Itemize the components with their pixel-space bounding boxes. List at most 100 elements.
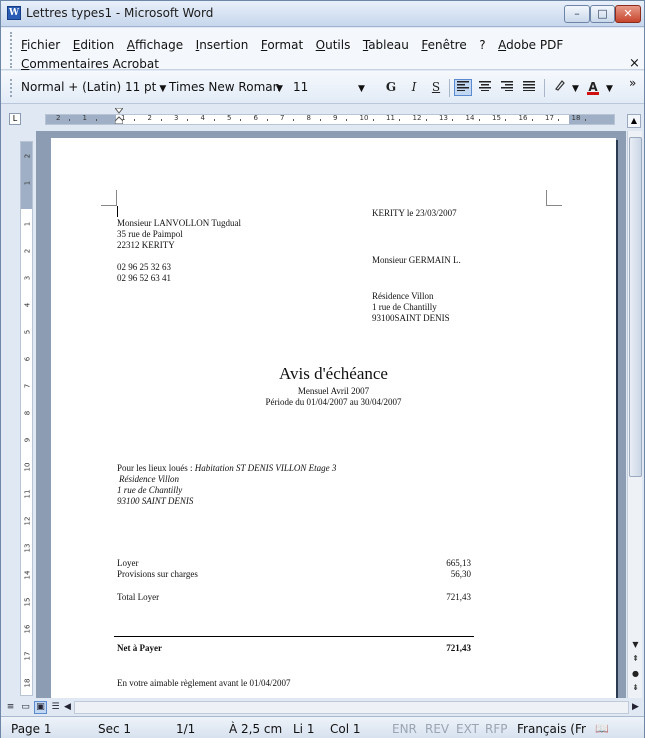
total-label: Total Loyer (117, 592, 160, 602)
ruler-tick (134, 119, 135, 121)
font-size-dropdown[interactable]: 11 (293, 80, 353, 94)
chevron-down-icon[interactable]: ▼ (355, 80, 365, 94)
align-right-button[interactable] (498, 79, 516, 96)
menubar-grip[interactable] (10, 32, 13, 68)
ruler-number: 16 (518, 114, 528, 122)
toolbar-overflow-button[interactable]: » (629, 76, 636, 90)
ruler-number: 7 (23, 383, 32, 389)
word-app-icon[interactable]: W (7, 6, 21, 20)
word-window: W Lettres types1 - Microsoft Word – □ ✕ … (0, 0, 645, 738)
scroll-up-arrow-icon[interactable]: ▲ (627, 114, 641, 128)
ruler-tick (319, 119, 321, 121)
menu-fichier[interactable]: Fichier (21, 38, 60, 52)
scroll-down-arrow-icon[interactable]: ▼ (629, 639, 642, 652)
document-canvas[interactable]: Monsieur LANVOLLON Tugdual 35 rue de Pai… (36, 131, 626, 698)
maximize-button[interactable]: □ (590, 5, 615, 23)
sender-phone: 02 96 25 32 63 (117, 262, 171, 272)
web-layout-icon[interactable]: ▭ (19, 701, 32, 714)
menu-adobe-pdf[interactable]: Adobe PDF (498, 38, 563, 52)
title-bar[interactable]: W Lettres types1 - Microsoft Word – □ ✕ (1, 1, 644, 27)
vertical-scrollbar[interactable]: ▼ ⇞ ● ⇟ (627, 131, 642, 698)
ruler-number: 9 (333, 114, 338, 122)
select-browse-object-icon[interactable]: ● (629, 668, 642, 681)
status-page-count: 1/1 (176, 722, 196, 736)
ruler-number: 4 (23, 302, 32, 308)
toolbar-separator (544, 79, 545, 97)
ruler-number: 7 (280, 114, 285, 122)
ruler-number: 2 (23, 153, 32, 159)
status-ext[interactable]: EXT (456, 722, 479, 736)
chevron-down-icon[interactable]: ▼ (273, 80, 283, 94)
status-position: À 2,5 cm (229, 722, 283, 736)
text-cursor (117, 206, 118, 217)
status-rev[interactable]: REV (425, 722, 449, 736)
ruler-number: 2 (23, 248, 32, 254)
font-color-button[interactable]: A (584, 79, 602, 96)
align-left-button[interactable] (454, 79, 472, 96)
menu-tableau[interactable]: Tableau (363, 38, 409, 52)
scrollbar-thumb[interactable] (629, 137, 642, 477)
menu-insertion[interactable]: Insertion (196, 38, 249, 52)
net-label: Net à Payer (117, 643, 162, 653)
print-layout-icon[interactable]: ▣ (34, 701, 47, 714)
menu-help[interactable]: ? (479, 38, 485, 52)
close-document-button[interactable]: × (629, 56, 640, 71)
chevron-down-icon[interactable]: ▼ (603, 80, 613, 94)
ruler-number: 11 (23, 489, 32, 499)
spelling-status-icon[interactable]: 📖 (595, 722, 609, 735)
tab-selector-button[interactable]: L (9, 113, 21, 125)
status-section: Sec 1 (98, 722, 132, 736)
notice-subtitle: Mensuel Avril 2007 (297, 386, 370, 396)
font-dropdown[interactable]: Times New Roman (169, 80, 280, 94)
horizontal-scrollbar[interactable] (74, 701, 629, 714)
menu-fenetre[interactable]: Fenêtre (421, 38, 466, 52)
ruler-tick (372, 119, 374, 121)
chevron-down-icon[interactable]: ▼ (569, 80, 579, 94)
ruler-tick (95, 119, 97, 121)
ruler-number: 9 (23, 437, 32, 443)
ruler-number: 12 (23, 516, 32, 526)
ruler-tick (531, 119, 533, 121)
recipient-name: Monsieur GERMAIN L. (372, 255, 461, 265)
previous-page-icon[interactable]: ⇞ (629, 653, 642, 666)
status-bar: Page 1 Sec 1 1/1 À 2,5 cm Li 1 Col 1 ENR… (1, 716, 644, 738)
status-enr[interactable]: ENR (392, 722, 417, 736)
document-page[interactable]: Monsieur LANVOLLON Tugdual 35 rue de Pai… (51, 138, 616, 698)
ruler-tick (452, 119, 453, 121)
toolbar-grip[interactable] (10, 79, 13, 97)
highlight-button[interactable] (551, 79, 569, 96)
next-page-icon[interactable]: ⇟ (629, 682, 642, 695)
ruler-tick (505, 119, 506, 121)
menu-outils[interactable]: Outils (316, 38, 351, 52)
justify-button[interactable] (520, 79, 538, 96)
scroll-right-arrow-icon[interactable]: ▶ (629, 701, 642, 714)
minimize-button[interactable]: – (564, 5, 590, 23)
sender-phone: 02 96 52 63 41 (117, 273, 171, 283)
status-page: Page 1 (11, 722, 52, 736)
close-button[interactable]: ✕ (615, 5, 641, 23)
menu-edition[interactable]: Edition (73, 38, 115, 52)
crop-mark (101, 190, 117, 206)
recipient-city: 93100SAINT DENIS (372, 313, 450, 323)
indent-marker-icon[interactable] (115, 108, 123, 124)
menu-affichage[interactable]: Affichage (127, 38, 183, 52)
ruler-number: 14 (23, 570, 32, 580)
scroll-left-arrow-icon[interactable]: ◀ (61, 701, 74, 714)
horizontal-ruler[interactable]: 2 1 1 2 3 4 5 6 7 8 9 10 11 12 13 14 15 16 17 18 (45, 114, 615, 125)
normal-view-icon[interactable]: ≡ (4, 701, 17, 714)
italic-button[interactable]: I (405, 79, 423, 96)
align-center-button[interactable] (476, 79, 494, 96)
bold-button[interactable]: G (382, 79, 400, 96)
vertical-ruler[interactable]: 2 1 1 2 3 4 5 6 7 8 9 10 11 12 13 14 15 16 17 18 (20, 141, 33, 696)
toolbar-separator (449, 79, 450, 97)
ruler-number: 13 (23, 543, 32, 553)
style-dropdown[interactable]: Normal + (Latin) 11 pt ▼ (21, 80, 166, 94)
underline-button[interactable]: S (427, 79, 445, 96)
menu-commentaires-acrobat[interactable]: Commentaires Acrobat (21, 57, 159, 71)
menu-format[interactable]: Format (261, 38, 303, 52)
status-rfp[interactable]: RFP (485, 722, 507, 736)
ruler-number: 8 (306, 114, 311, 122)
ruler-tick (399, 119, 400, 121)
status-language[interactable]: Français (Fr (517, 722, 586, 736)
ruler-number: 14 (465, 114, 475, 122)
